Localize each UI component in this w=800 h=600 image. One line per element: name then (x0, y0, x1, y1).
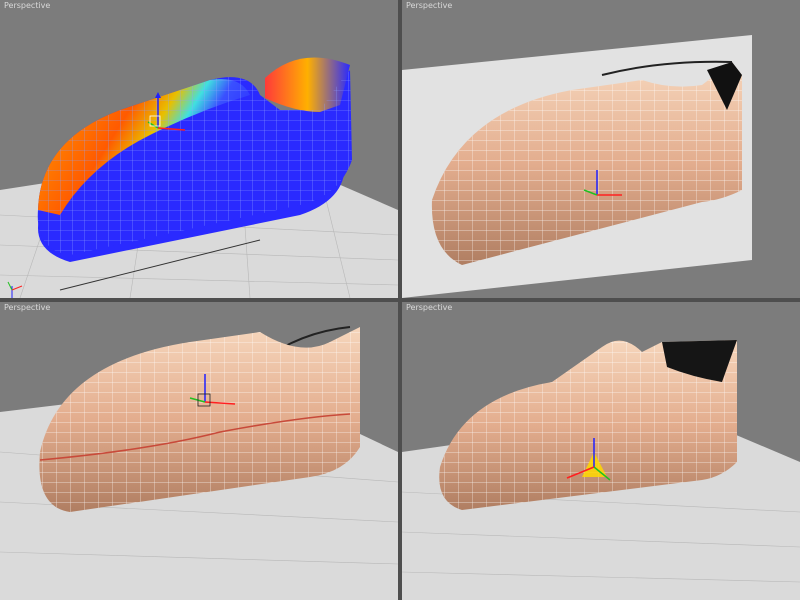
viewport-canvas (402, 35, 752, 298)
viewport-label[interactable]: Perspective (4, 1, 50, 10)
viewport-canvas (402, 340, 800, 600)
viewport-bottom-right[interactable]: Perspective (402, 302, 800, 600)
viewport-top-right[interactable]: Perspective (402, 0, 800, 298)
quad-viewport-layout: Perspective Perspective Perspective Pers… (0, 0, 800, 600)
viewport-label[interactable]: Perspective (406, 1, 452, 10)
viewport-canvas (0, 326, 398, 600)
viewport-bottom-left[interactable]: Perspective (0, 302, 398, 600)
viewport-canvas (0, 57, 398, 298)
viewport-label[interactable]: Perspective (406, 303, 452, 312)
viewport-top-left[interactable]: Perspective (0, 0, 398, 298)
viewport-label[interactable]: Perspective (4, 303, 50, 312)
viewport-divider-horizontal[interactable] (0, 298, 800, 302)
